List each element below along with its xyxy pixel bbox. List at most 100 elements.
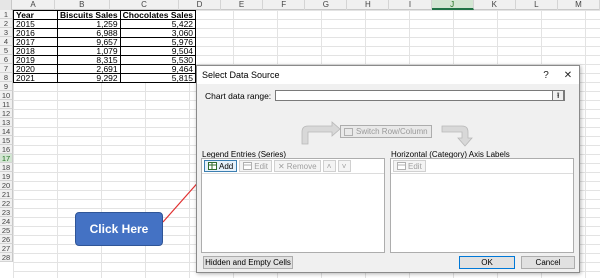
column-header-e[interactable]: E [221,0,264,10]
table-cell[interactable]: 1,079 [57,46,121,56]
table-cell[interactable]: 2015 [13,19,58,29]
column-header-k[interactable]: K [474,0,516,10]
table-cell[interactable]: 5,422 [119,19,197,29]
axis-labels-panel: Edit [390,158,574,253]
row-header-20[interactable]: 20 [0,181,13,190]
row-header-12[interactable]: 12 [0,109,13,118]
column-header-g[interactable]: G [305,0,348,10]
row-header-18[interactable]: 18 [0,163,13,172]
row-header-13[interactable]: 13 [0,118,13,127]
row-header-14[interactable]: 14 [0,127,13,136]
row-header-1[interactable]: 1 [0,10,13,19]
table-cell[interactable]: 2016 [13,28,58,38]
column-header-d[interactable]: D [179,0,222,10]
row-header-9[interactable]: 9 [0,82,13,91]
row-headers: 1 2 3 4 5 6 7 8 9 10 11 12 13 14 15 16 17 18 19 20 21 22 23 24 2… [0,10,13,262]
row-header-28[interactable]: 28 [0,253,13,262]
hidden-empty-label: Hidden and Empty Cells [205,258,291,267]
row-header-5[interactable]: 5 [0,46,13,55]
row-header-16[interactable]: 16 [0,145,13,154]
column-header-h[interactable]: H [347,0,390,10]
data-table: Year Biscuits Sales Chocolates Sales 201… [13,10,197,83]
row-header-27[interactable]: 27 [0,244,13,253]
chevron-up-icon: ˄ [326,161,332,171]
help-button[interactable]: ? [535,70,557,81]
chart-range-input[interactable]: ⭱ [275,90,566,101]
column-header-i[interactable]: I [389,0,432,10]
row-header-6[interactable]: 6 [0,55,13,64]
table-row: 2017 9,657 5,976 [13,37,197,47]
edit-axis-button[interactable]: Edit [393,160,426,172]
select-all-corner[interactable] [0,0,13,10]
table-cell[interactable]: 6,988 [57,28,121,38]
add-table-icon [208,162,217,170]
table-cell[interactable]: 2,691 [57,64,121,74]
column-header-a[interactable]: A [12,0,55,10]
row-header-7[interactable]: 7 [0,64,13,73]
table-cell[interactable]: 8,315 [57,55,121,65]
row-header-10[interactable]: 10 [0,91,13,100]
table-cell[interactable]: 2019 [13,55,58,65]
move-up-button[interactable]: ˄ [322,160,336,172]
table-cell[interactable]: 9,292 [57,73,121,83]
table-cell[interactable]: 9,504 [119,46,197,56]
row-header-19[interactable]: 19 [0,172,13,181]
cancel-label: Cancel [535,258,561,267]
table-cell[interactable]: 5,530 [119,55,197,65]
column-header-j[interactable]: J [431,0,474,10]
header-cell-year[interactable]: Year [13,10,58,20]
row-header-8[interactable]: 8 [0,73,13,82]
table-cell[interactable]: 9,464 [119,64,197,74]
row-header-4[interactable]: 4 [0,37,13,46]
row-header-26[interactable]: 26 [0,235,13,244]
table-row: 2018 1,079 9,504 [13,46,197,56]
row-header-17[interactable]: 17 [0,154,13,163]
table-cell[interactable]: 2018 [13,46,58,56]
row-header-22[interactable]: 22 [0,199,13,208]
ok-label: OK [481,258,493,267]
header-cell-biscuits[interactable]: Biscuits Sales [57,10,121,20]
chart-range-label: Chart data range: [205,90,272,101]
add-label: Add [219,161,234,171]
move-down-button[interactable]: ˅ [337,160,351,172]
switch-row-column-button[interactable]: Switch Row/Column [340,125,432,138]
table-cell[interactable]: 2017 [13,37,58,47]
table-cell[interactable]: 2021 [13,73,58,83]
row-header-3[interactable]: 3 [0,28,13,37]
legend-entries-panel: Add Edit ✕ Remove ˄ ˅ [201,158,385,253]
header-cell-chocolates[interactable]: Chocolates Sales [119,10,197,20]
row-header-25[interactable]: 25 [0,226,13,235]
edit-series-button[interactable]: Edit [239,160,273,172]
column-header-l[interactable]: L [516,0,558,10]
table-row: 2016 6,988 3,060 [13,28,197,38]
table-cell[interactable]: 9,657 [57,37,121,47]
column-header-f[interactable]: F [263,0,306,10]
chart-range-row: Chart data range: ⭱ [205,90,566,101]
switch-label: Switch Row/Column [356,127,428,136]
table-cell[interactable]: 2020 [13,64,58,74]
legend-toolbar: Add Edit ✕ Remove ˄ ˅ [202,159,384,174]
row-header-21[interactable]: 21 [0,190,13,199]
switch-area: Switch Row/Column [292,120,492,150]
table-cell[interactable]: 5,976 [119,37,197,47]
collapse-dialog-icon[interactable]: ⭱ [552,90,565,101]
remove-series-button[interactable]: ✕ Remove [274,160,321,172]
row-header-2[interactable]: 2 [0,19,13,28]
row-header-11[interactable]: 11 [0,100,13,109]
table-cell[interactable]: 1,259 [57,19,121,29]
row-header-24[interactable]: 24 [0,217,13,226]
table-cell[interactable]: 5,815 [119,73,197,83]
add-series-button[interactable]: Add [204,160,238,172]
column-header-m[interactable]: M [558,0,600,10]
row-header-15[interactable]: 15 [0,136,13,145]
row-header-23[interactable]: 23 [0,208,13,217]
table-cell[interactable]: 3,060 [119,28,197,38]
ok-button[interactable]: OK [459,256,515,269]
close-button[interactable]: ✕ [557,70,579,81]
column-header-b[interactable]: B [55,0,111,10]
hidden-empty-cells-button[interactable]: Hidden and Empty Cells [203,256,293,269]
callout-text: Click Here [89,222,149,236]
cancel-button[interactable]: Cancel [521,256,575,269]
column-header-c[interactable]: C [110,0,179,10]
edit-label: Edit [254,161,269,171]
